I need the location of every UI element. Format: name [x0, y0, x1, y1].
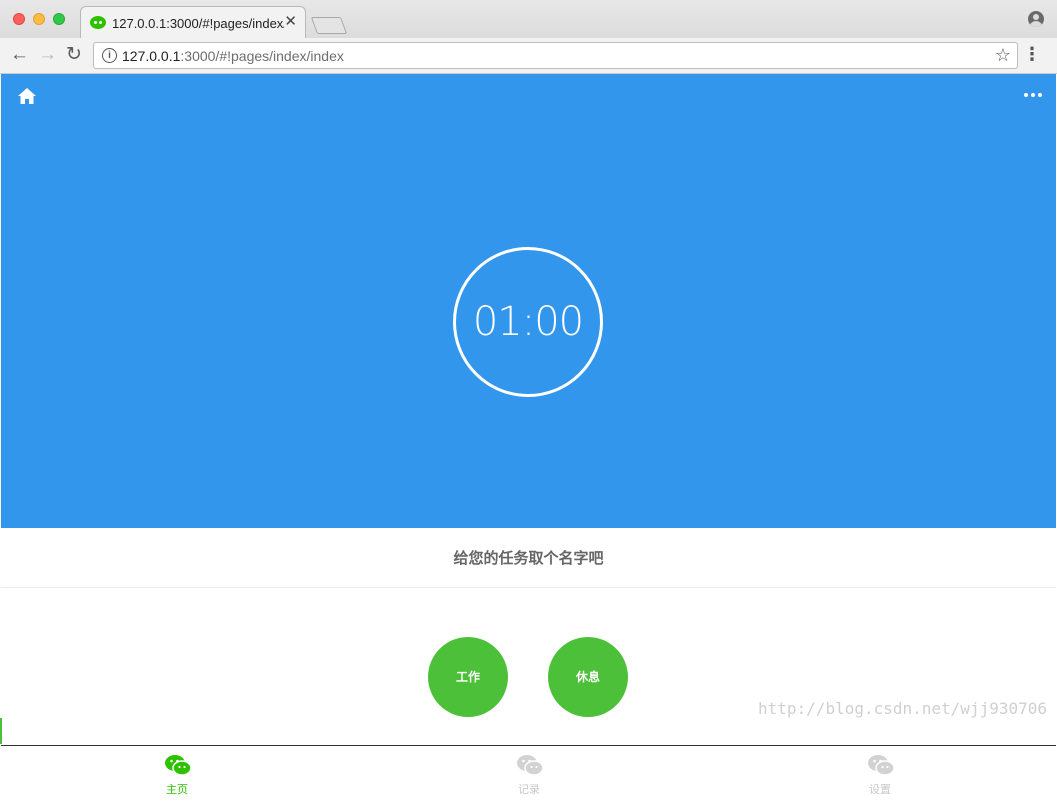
more-icon[interactable] [1024, 88, 1042, 102]
forward-arrow-icon[interactable]: → [38, 43, 57, 67]
back-arrow-icon[interactable]: ← [10, 43, 29, 67]
watermark-text: http://blog.csdn.net/wjj930706 [758, 699, 1047, 718]
window-maximize-button[interactable] [53, 13, 65, 25]
left-edge-accent [0, 718, 2, 744]
address-bar[interactable]: i 127.0.0.1:3000/#!pages/index/index ☆ [93, 42, 1018, 69]
tabbar-item-settings[interactable]: 设置 [704, 746, 1056, 802]
url-path: :3000/#!pages/index/index [180, 48, 344, 64]
reload-icon[interactable]: ↻ [66, 43, 82, 67]
bookmark-star-icon[interactable]: ☆ [995, 45, 1011, 65]
browser-menu-icon[interactable]: ⋮ [1023, 44, 1041, 64]
new-tab-button[interactable] [310, 17, 348, 34]
timer-display: 01:00 [472, 299, 584, 345]
tabbar-item-records[interactable]: 记录 [353, 746, 705, 802]
profile-icon[interactable] [1028, 11, 1044, 27]
window-close-button[interactable] [13, 13, 25, 25]
tab-close-icon[interactable]: ✕ [284, 13, 297, 31]
home-icon[interactable] [18, 88, 36, 104]
url-text[interactable]: 127.0.0.1:3000/#!pages/index/index [122, 48, 344, 64]
tabbar-item-home[interactable]: 主页 [1, 746, 353, 802]
url-host: 127.0.0.1 [122, 48, 181, 64]
window-minimize-button[interactable] [33, 13, 45, 25]
browser-tab[interactable]: 127.0.0.1:3000/#!pages/index/index ✕ [80, 6, 306, 38]
browser-toolbar: ← → ↻ i 127.0.0.1:3000/#!pages/index/ind… [0, 38, 1057, 74]
browser-titlebar: 127.0.0.1:3000/#!pages/index/index ✕ [0, 0, 1057, 38]
task-name-input[interactable] [1, 528, 1056, 588]
bottom-tabbar: 主页 记录 设置 [1, 745, 1056, 802]
info-icon[interactable]: i [102, 48, 117, 63]
tabbar-label-settings: 设置 [869, 783, 891, 796]
tabbar-label-home: 主页 [166, 783, 188, 796]
wechat-icon [165, 755, 191, 776]
timer-ring: 01:00 [453, 247, 603, 397]
wechat-favicon-icon [90, 16, 106, 29]
rest-button[interactable]: 休息 [548, 637, 628, 717]
tab-title: 127.0.0.1:3000/#!pages/index/index [112, 16, 284, 31]
wechat-icon [517, 755, 543, 776]
timer-panel: 01:00 [1, 74, 1056, 528]
work-button[interactable]: 工作 [428, 637, 508, 717]
tabbar-label-records: 记录 [518, 783, 540, 796]
page-viewport: 01:00 工作 休息 主页 记录 [0, 74, 1057, 802]
wechat-icon [868, 755, 894, 776]
